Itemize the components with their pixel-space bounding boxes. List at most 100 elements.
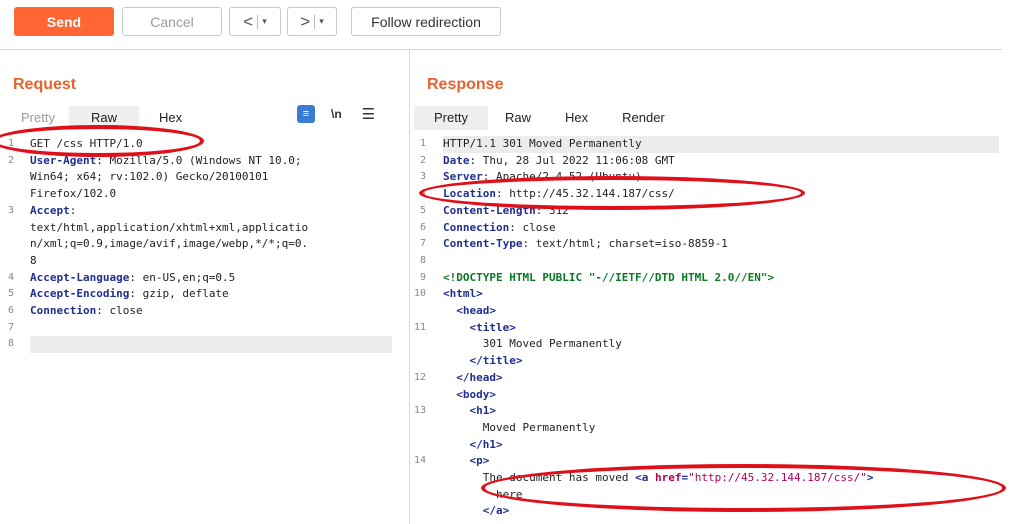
code-text: Accept-Language: en-US,en;q=0.5 [30, 270, 235, 286]
pane-divider[interactable] [409, 50, 410, 524]
chevron-down-icon[interactable]: ▾ [319, 16, 324, 27]
line-number: 12 [414, 371, 427, 383]
tag-token: <h1> [469, 404, 497, 418]
text-token: : en-US,en;q=0.5 [129, 270, 236, 284]
code-text: <body> [443, 387, 496, 403]
code-text: Moved Permanently [443, 420, 596, 436]
tag-token: <html> [443, 287, 483, 301]
code-text: <!DOCTYPE HTML PUBLIC "-//IETF//DTD HTML… [443, 270, 774, 286]
tag-token: <a [635, 471, 655, 484]
text-token: n/xml;q=0.9,image/avif,image/webp,*/*;q=… [30, 237, 309, 251]
code-text: text/html,application/xhtml+xml,applicat… [30, 220, 308, 236]
newline-toggle[interactable]: \n [331, 107, 342, 121]
tag-token: > [866, 471, 874, 484]
code-text: n/xml;q=0.9,image/avif,image/webp,*/*;q=… [30, 236, 308, 252]
code-text: 8 [30, 253, 37, 269]
text-token: 8 [30, 253, 37, 267]
back-button[interactable]: < ▾ [229, 7, 281, 36]
back-arrow-icon: < [243, 11, 254, 31]
text-token: Win64; x64; rv:102.0) Gecko/20100101 [30, 170, 269, 184]
header-name: Date [443, 153, 470, 167]
request-editor[interactable]: 1 GET /css HTTP/1.0 2 User-Agent: Mozilla/5… [0, 136, 408, 524]
header-name: Accept-Language [30, 270, 130, 284]
forward-button[interactable]: > ▾ [287, 7, 337, 36]
code-text: Accept-Encoding: gzip, deflate [30, 286, 229, 302]
separator [314, 14, 316, 29]
line-number: 1 [419, 138, 426, 149]
code-text: Connection: close [443, 220, 556, 236]
code-text: 301 Moved Permanently [443, 336, 622, 352]
toolbar: Send Cancel < ▾ > ▾ Follow redirection [0, 0, 1014, 50]
text-token: GET /css HTTP/1.0 [30, 137, 143, 150]
response-tabs: Pretty Raw Hex Render [414, 106, 682, 130]
tab-render[interactable]: Render [605, 106, 682, 130]
line-number: 5 [7, 288, 14, 300]
code-text: </head> [443, 370, 502, 386]
line-number: 8 [7, 338, 14, 350]
text-token: Moved Permanently [482, 420, 596, 434]
forward-arrow-icon: > [300, 11, 311, 31]
text-token: Firefox/102.0 [30, 187, 117, 201]
follow-redirection-button[interactable]: Follow redirection [351, 7, 501, 36]
header-name: Accept-Encoding [30, 287, 130, 301]
tab-pretty[interactable]: Pretty [7, 106, 69, 130]
code-text: </a> [443, 503, 510, 519]
line-number: 3 [419, 171, 426, 183]
hamburger-menu-icon[interactable]: ☰ [362, 105, 375, 123]
chevron-down-icon[interactable]: ▾ [262, 16, 267, 27]
header-name: Accept [30, 203, 70, 217]
text-token: : http://45.32.144.187/css/ [495, 187, 675, 201]
tag-token: <body> [456, 387, 496, 401]
separator [257, 14, 259, 29]
current-line-highlight [30, 336, 392, 354]
cancel-button[interactable]: Cancel [122, 7, 222, 36]
text-token: : Apache/2.4.52 (Ubuntu) [482, 170, 642, 184]
code-text: Server: Apache/2.4.52 (Ubuntu) [443, 169, 642, 185]
code-text: Date: Thu, 28 Jul 2022 11:06:08 GMT [443, 153, 675, 169]
code-text: Firefox/102.0 [30, 186, 116, 202]
code-text: Location: http://45.32.144.187/css/ [443, 186, 675, 202]
line-number: 2 [419, 154, 426, 166]
header-name: Connection [443, 220, 510, 234]
text-token: The document has moved [482, 471, 636, 484]
line-number: 3 [7, 204, 14, 216]
text-token: : close [509, 220, 556, 234]
header-name: User-Agent [30, 153, 97, 167]
tab-pretty[interactable]: Pretty [414, 106, 488, 130]
tab-raw[interactable]: Raw [68, 106, 139, 130]
text-wrap-icon[interactable]: ≡ [297, 105, 315, 123]
code-text: <title> [443, 320, 516, 336]
header-name: Content-Length [443, 203, 536, 217]
line-number: 6 [419, 221, 426, 233]
code-text: <h1> [443, 403, 497, 419]
string-token: "http://45.32.144.187/css/" [688, 471, 867, 484]
line-number: 11 [414, 321, 427, 333]
header-name: Server [443, 170, 483, 184]
tab-raw[interactable]: Raw [488, 106, 548, 130]
line-number: 5 [419, 204, 426, 216]
text-token: : Mozilla/5.0 (Windows NT 10.0; [96, 153, 302, 167]
tag-token: <head> [456, 304, 496, 317]
response-editor[interactable]: 1 HTTP/1.1 301 Moved Permanently 2 Date: Th… [412, 136, 1002, 524]
tab-hex[interactable]: Hex [139, 106, 202, 130]
line-number: 4 [7, 271, 14, 283]
text-token: : [69, 203, 77, 217]
attribute-token: href [654, 471, 682, 484]
header-name: Connection [30, 304, 97, 317]
code-text: HTTP/1.1 301 Moved Permanently [443, 136, 642, 152]
tab-hex[interactable]: Hex [548, 106, 605, 130]
toolbar-divider [0, 49, 1002, 50]
code-text: GET /css HTTP/1.0 [30, 136, 143, 152]
code-text: here [443, 487, 523, 503]
code-text: </title> [443, 353, 523, 369]
code-text: Content-Type: text/html; charset=iso-885… [443, 236, 728, 252]
line-number: 7 [7, 321, 14, 333]
tag-token: <title> [469, 320, 516, 334]
send-button[interactable]: Send [14, 7, 114, 36]
tag-token: </title> [469, 354, 523, 368]
